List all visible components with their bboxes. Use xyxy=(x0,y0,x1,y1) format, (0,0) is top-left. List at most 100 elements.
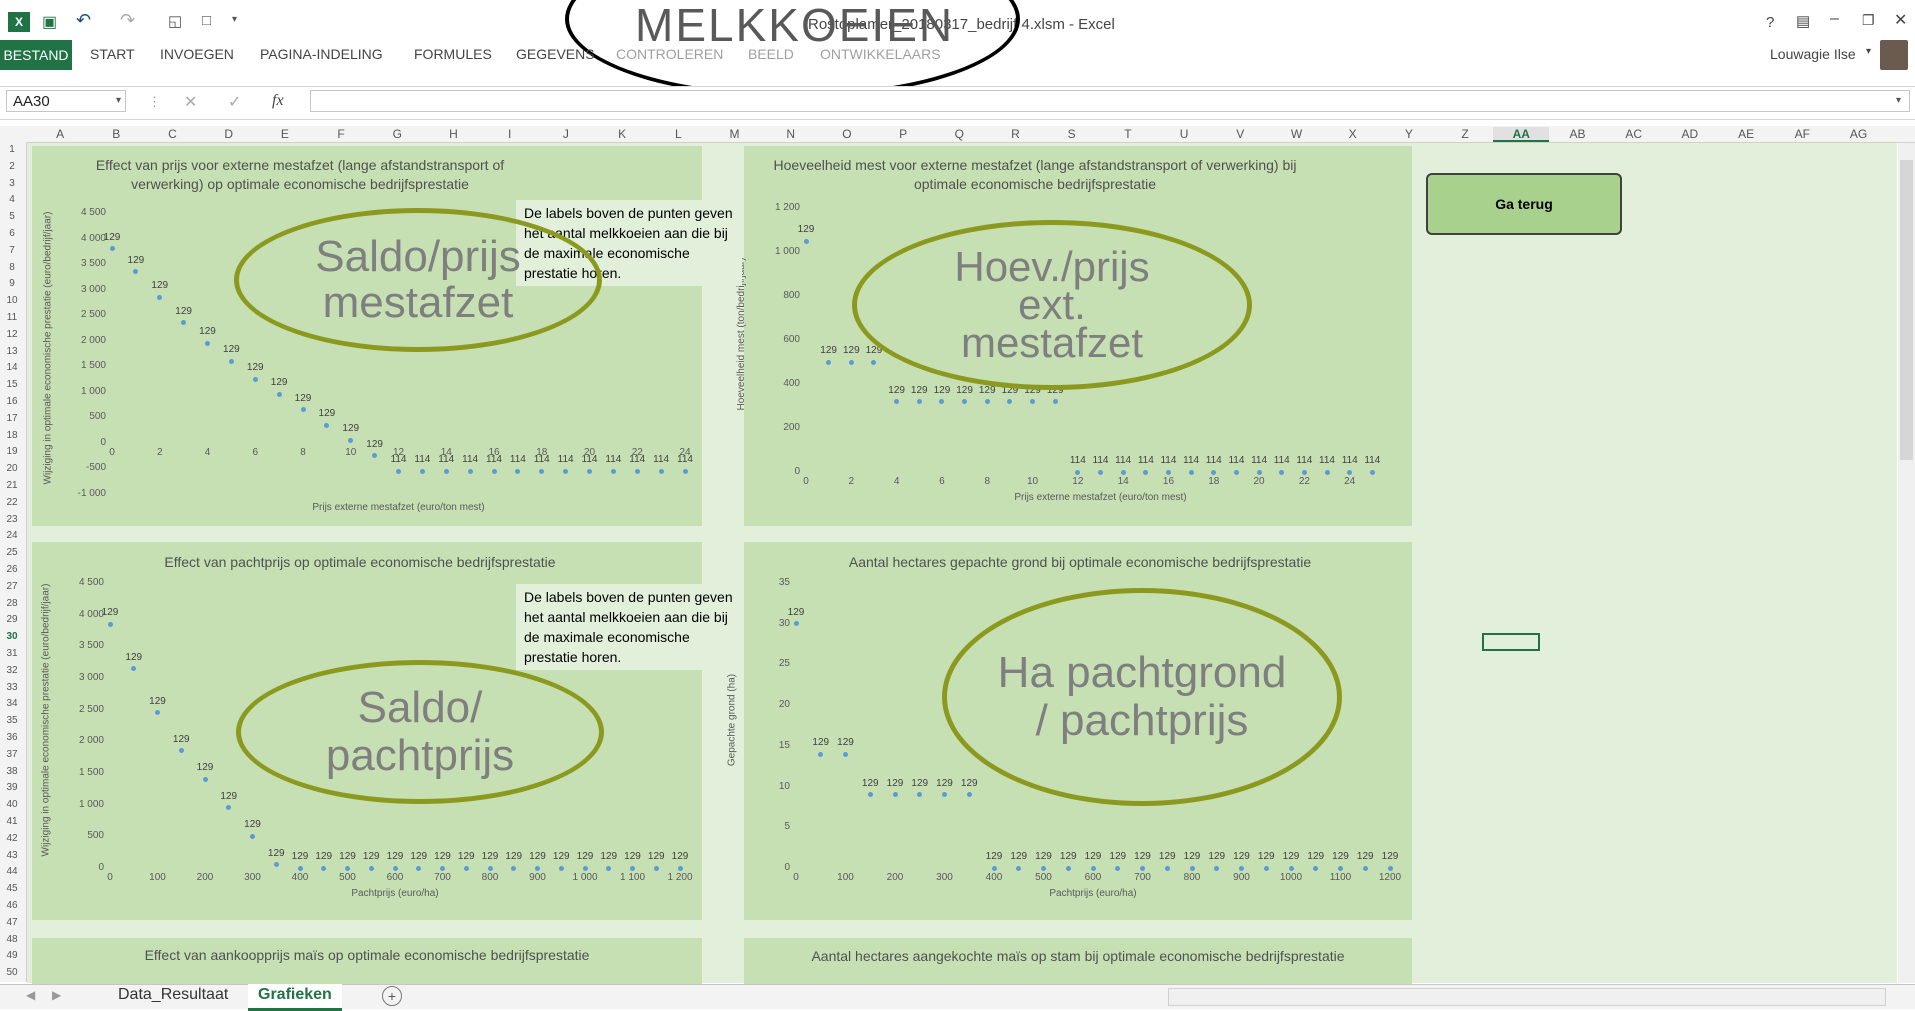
scroll-right-icon[interactable]: ▶ xyxy=(52,988,61,1002)
row-header-32[interactable]: 32 xyxy=(0,665,24,676)
column-header-b[interactable]: B xyxy=(88,127,144,141)
row-header-15[interactable]: 15 xyxy=(0,379,24,390)
row-header-25[interactable]: 25 xyxy=(0,547,24,558)
tab-bestand[interactable]: BESTAND xyxy=(0,40,72,70)
enter-icon[interactable]: ✓ xyxy=(228,92,241,112)
print-preview-icon[interactable]: ◱ xyxy=(168,12,182,30)
minimize-icon[interactable]: – xyxy=(1830,10,1839,28)
row-header-36[interactable]: 36 xyxy=(0,732,24,743)
row-header-39[interactable]: 39 xyxy=(0,782,24,793)
new-file-icon[interactable]: □ xyxy=(202,12,211,29)
row-header-1[interactable]: 1 xyxy=(0,144,24,155)
row-header-33[interactable]: 33 xyxy=(0,682,24,693)
column-header-i[interactable]: I xyxy=(482,127,538,141)
formula-options-icon[interactable]: ⋮ xyxy=(148,94,161,110)
tab-invoegen[interactable]: INVOEGEN xyxy=(160,46,234,62)
add-sheet-icon[interactable]: + xyxy=(382,986,402,1006)
column-header-t[interactable]: T xyxy=(1100,127,1156,141)
column-header-y[interactable]: Y xyxy=(1381,127,1437,141)
tab-start[interactable]: START xyxy=(90,46,135,62)
cancel-icon[interactable]: ✕ xyxy=(184,92,197,112)
column-header-m[interactable]: M xyxy=(706,127,762,141)
column-header-aa[interactable]: AA xyxy=(1493,127,1550,142)
column-header-ag[interactable]: AG xyxy=(1830,127,1886,141)
user-name[interactable]: Louwagie Ilse xyxy=(1770,46,1856,62)
undo-icon[interactable]: ↶ xyxy=(76,10,91,31)
save-icon[interactable]: ▣ xyxy=(42,12,57,32)
row-header-7[interactable]: 7 xyxy=(0,245,24,256)
column-header-ab[interactable]: AB xyxy=(1549,127,1605,141)
user-dropdown-icon[interactable]: ▾ xyxy=(1866,46,1871,57)
column-header-l[interactable]: L xyxy=(650,127,706,141)
column-header-h[interactable]: H xyxy=(425,127,481,141)
column-header-ae[interactable]: AE xyxy=(1718,127,1774,141)
row-header-6[interactable]: 6 xyxy=(0,228,24,239)
name-box-dropdown-icon[interactable]: ▾ xyxy=(116,95,121,106)
row-header-42[interactable]: 42 xyxy=(0,833,24,844)
column-header-a[interactable]: A xyxy=(32,127,88,141)
insert-function-icon[interactable]: fx xyxy=(272,92,284,110)
row-header-26[interactable]: 26 xyxy=(0,564,24,575)
row-header-12[interactable]: 12 xyxy=(0,329,24,340)
tab-beeld[interactable]: BEELD xyxy=(748,46,794,62)
row-header-45[interactable]: 45 xyxy=(0,883,24,894)
column-header-v[interactable]: V xyxy=(1212,127,1268,141)
row-header-30[interactable]: 30 xyxy=(0,631,24,642)
row-header-29[interactable]: 29 xyxy=(0,614,24,625)
sheet-tab-data-resultaat[interactable]: Data_Resultaat xyxy=(108,984,238,1008)
row-header-14[interactable]: 14 xyxy=(0,362,24,373)
row-header-19[interactable]: 19 xyxy=(0,446,24,457)
row-header-5[interactable]: 5 xyxy=(0,211,24,222)
tab-ontwikkelaars[interactable]: ONTWIKKELAARS xyxy=(820,46,941,62)
column-header-k[interactable]: K xyxy=(594,127,650,141)
row-header-2[interactable]: 2 xyxy=(0,161,24,172)
row-header-49[interactable]: 49 xyxy=(0,950,24,961)
column-header-d[interactable]: D xyxy=(201,127,257,141)
ga-terug-button[interactable]: Ga terug xyxy=(1426,173,1622,235)
column-header-s[interactable]: S xyxy=(1044,127,1100,141)
row-header-11[interactable]: 11 xyxy=(0,312,24,323)
column-header-r[interactable]: R xyxy=(987,127,1043,141)
row-header-38[interactable]: 38 xyxy=(0,766,24,777)
row-header-47[interactable]: 47 xyxy=(0,917,24,928)
column-header-p[interactable]: P xyxy=(875,127,931,141)
column-header-af[interactable]: AF xyxy=(1774,127,1830,141)
column-header-g[interactable]: G xyxy=(369,127,425,141)
name-box[interactable]: AA30 xyxy=(6,90,126,112)
row-header-27[interactable]: 27 xyxy=(0,581,24,592)
tab-gegevens[interactable]: GEGEVENS xyxy=(516,46,595,62)
column-header-u[interactable]: U xyxy=(1156,127,1212,141)
row-header-17[interactable]: 17 xyxy=(0,413,24,424)
help-icon[interactable]: ? xyxy=(1766,14,1774,31)
column-header-c[interactable]: C xyxy=(144,127,200,141)
tab-pagina-indeling[interactable]: PAGINA-INDELING xyxy=(260,46,383,62)
row-header-43[interactable]: 43 xyxy=(0,850,24,861)
column-header-z[interactable]: Z xyxy=(1437,127,1493,141)
row-header-35[interactable]: 35 xyxy=(0,715,24,726)
row-header-22[interactable]: 22 xyxy=(0,497,24,508)
column-header-n[interactable]: N xyxy=(763,127,819,141)
column-header-q[interactable]: Q xyxy=(931,127,987,141)
row-header-48[interactable]: 48 xyxy=(0,934,24,945)
row-header-13[interactable]: 13 xyxy=(0,346,24,357)
redo-icon[interactable]: ↷ xyxy=(120,10,135,31)
row-header-34[interactable]: 34 xyxy=(0,698,24,709)
column-header-f[interactable]: F xyxy=(313,127,369,141)
row-header-41[interactable]: 41 xyxy=(0,816,24,827)
row-header-50[interactable]: 50 xyxy=(0,967,24,978)
horizontal-scrollbar[interactable] xyxy=(1168,988,1886,1006)
row-header-16[interactable]: 16 xyxy=(0,396,24,407)
row-header-44[interactable]: 44 xyxy=(0,866,24,877)
column-header-e[interactable]: E xyxy=(257,127,313,141)
row-header-8[interactable]: 8 xyxy=(0,262,24,273)
row-header-9[interactable]: 9 xyxy=(0,278,24,289)
selected-cell[interactable] xyxy=(1482,633,1540,651)
excel-logo-icon[interactable]: X xyxy=(8,12,30,32)
row-header-46[interactable]: 46 xyxy=(0,900,24,911)
expand-formula-icon[interactable]: ▾ xyxy=(1896,95,1901,106)
tab-controleren[interactable]: CONTROLEREN xyxy=(616,46,723,62)
column-header-j[interactable]: J xyxy=(538,127,594,141)
row-header-4[interactable]: 4 xyxy=(0,194,24,205)
close-icon[interactable]: ✕ xyxy=(1894,10,1907,30)
column-header-ad[interactable]: AD xyxy=(1662,127,1718,141)
